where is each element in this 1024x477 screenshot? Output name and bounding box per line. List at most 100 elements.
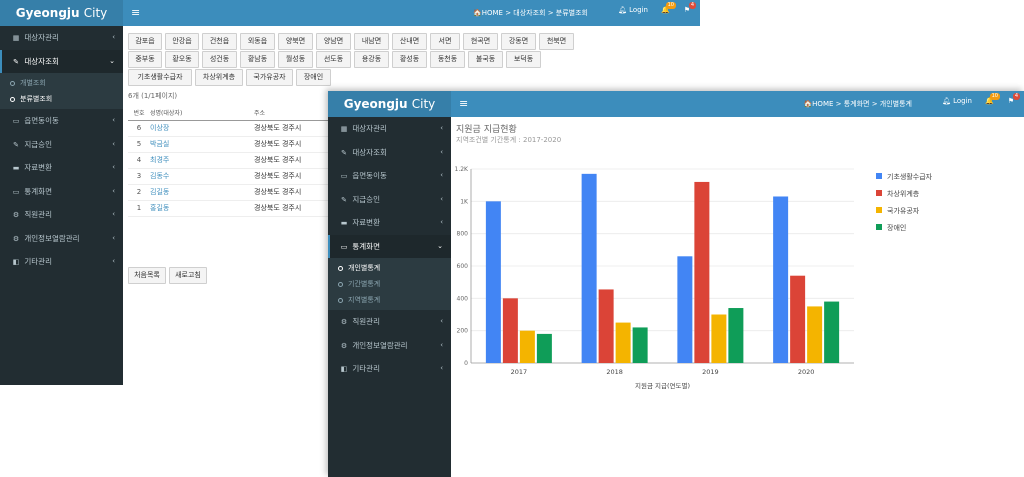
sidebar-item-6[interactable]: ▭ 통계화면 ‹ bbox=[0, 180, 123, 204]
submenu-item-1[interactable]: 개별조회 bbox=[0, 75, 123, 91]
bar[interactable] bbox=[773, 196, 789, 363]
bar[interactable] bbox=[581, 173, 597, 363]
bar[interactable] bbox=[519, 330, 535, 363]
filter-button[interactable]: 동천동 bbox=[430, 51, 465, 68]
bar[interactable] bbox=[711, 314, 727, 364]
bell-icon[interactable]: 🔔 10 bbox=[985, 93, 1000, 105]
first-list-button[interactable]: 처음목록 bbox=[128, 267, 166, 284]
sidebar-item-5[interactable]: ▬ 자료변환 ‹ bbox=[0, 156, 123, 180]
filter-button[interactable]: 산내면 bbox=[392, 33, 427, 50]
sidebar-item-2[interactable]: ✎ 대상자조회 ⌄ bbox=[0, 49, 123, 73]
table-row[interactable]: 6 이상장 경상북도 경주시 bbox=[128, 120, 328, 137]
filter-button[interactable]: 중부동 bbox=[128, 51, 162, 68]
sidebar-item-7[interactable]: ⚙ 직원관리 ‹ bbox=[0, 203, 123, 227]
bar[interactable] bbox=[677, 256, 693, 363]
bar[interactable] bbox=[598, 289, 614, 363]
table-row[interactable]: 2 김길동 경상북도 경주시 bbox=[128, 184, 328, 201]
cell-name-link[interactable]: 최경주 bbox=[150, 152, 254, 169]
filter-button[interactable]: 감포읍 bbox=[128, 33, 162, 50]
x-axis-label: 지원금 지급(연도별) bbox=[635, 381, 690, 390]
submenu-item-2[interactable]: 기간별통계 bbox=[328, 276, 451, 292]
filter-button[interactable]: 선도동 bbox=[316, 51, 351, 68]
sidebar-item-2[interactable]: ✎ 대상자조회 ‹ bbox=[328, 141, 451, 165]
refresh-button[interactable]: 새로고침 bbox=[169, 267, 207, 284]
bar[interactable] bbox=[502, 298, 518, 363]
sidebar-item-9[interactable]: ◧ 기타관리 ‹ bbox=[0, 250, 123, 274]
filter-button[interactable]: 장애인 bbox=[296, 69, 331, 86]
filter-button[interactable]: 건천읍 bbox=[202, 33, 237, 50]
filter-button[interactable]: 용강동 bbox=[354, 51, 389, 68]
sidebar-item-extra-1[interactable]: ⚙ 직원관리 ‹ bbox=[328, 310, 451, 334]
flag-icon[interactable]: ⚑ 4 bbox=[684, 2, 696, 14]
bar[interactable] bbox=[694, 181, 710, 363]
filter-button[interactable]: 국가유공자 bbox=[246, 69, 293, 86]
sidebar-item-1[interactable]: ▦ 대상자관리 ‹ bbox=[0, 26, 123, 50]
sidebar-toggle-icon[interactable]: ≡ bbox=[131, 6, 140, 19]
filter-button[interactable]: 내남면 bbox=[354, 33, 389, 50]
filter-button[interactable]: 차상위계층 bbox=[195, 69, 243, 86]
table-row[interactable]: 3 김동수 경상북도 경주시 bbox=[128, 168, 328, 185]
filter-button[interactable]: 월성동 bbox=[278, 51, 313, 68]
filter-button[interactable]: 황남동 bbox=[240, 51, 275, 68]
cell-name-link[interactable]: 이상장 bbox=[150, 120, 254, 137]
filter-button[interactable]: 보덕동 bbox=[506, 51, 541, 68]
bar[interactable] bbox=[485, 201, 501, 363]
chevron-left-icon: ‹ bbox=[112, 33, 115, 41]
sidebar-item-5[interactable]: ▬ 자료변환 ‹ bbox=[328, 211, 451, 235]
filter-button[interactable]: 성건동 bbox=[202, 51, 237, 68]
sidebar-item-6[interactable]: ▭ 통계화면 ⌄ bbox=[328, 234, 451, 258]
table-row[interactable]: 5 박금실 경상북도 경주시 bbox=[128, 136, 328, 153]
bar[interactable] bbox=[536, 333, 552, 363]
login-link[interactable]: 🔔︎ Login bbox=[618, 6, 648, 14]
legend-label[interactable]: 장애인 bbox=[887, 223, 906, 232]
submenu: 개별조회분류별조회 bbox=[0, 73, 123, 109]
filter-button[interactable]: 황성동 bbox=[392, 51, 427, 68]
filter-button[interactable]: 불국동 bbox=[468, 51, 503, 68]
sidebar-item-label: 대상자조회 bbox=[350, 147, 387, 157]
filter-button[interactable]: 외동읍 bbox=[240, 33, 275, 50]
filter-button[interactable]: 안강읍 bbox=[165, 33, 199, 50]
legend-label[interactable]: 국가유공자 bbox=[887, 206, 920, 215]
submenu-item-3[interactable]: 지역별통계 bbox=[328, 292, 451, 308]
table-row[interactable]: 4 최경주 경상북도 경주시 bbox=[128, 152, 328, 169]
submenu-item-1[interactable]: 개인별통계 bbox=[328, 260, 451, 276]
sidebar-item-3[interactable]: ▭ 읍면동이동 ‹ bbox=[328, 164, 451, 188]
sidebar-item-1[interactable]: ▦ 대상자관리 ‹ bbox=[328, 117, 451, 141]
filter-button[interactable]: 양남면 bbox=[316, 33, 351, 50]
flag-icon[interactable]: ⚑ 4 bbox=[1008, 93, 1020, 105]
sidebar-item-4[interactable]: ✎ 지급승인 ‹ bbox=[0, 133, 123, 157]
legend-label[interactable]: 기초생활수급자 bbox=[887, 172, 933, 181]
filter-button[interactable]: 황오동 bbox=[165, 51, 199, 68]
sidebar-item-4[interactable]: ✎ 지급승인 ‹ bbox=[328, 188, 451, 212]
login-link[interactable]: 🔔︎ Login bbox=[942, 97, 972, 105]
filter-button[interactable]: 기초생활수급자 bbox=[128, 69, 192, 86]
filter-button[interactable]: 양북면 bbox=[278, 33, 313, 50]
bar[interactable] bbox=[615, 322, 631, 363]
bell-icon[interactable]: 🔔 10 bbox=[661, 2, 676, 14]
bar[interactable] bbox=[824, 301, 840, 363]
sidebar-item-extra-2[interactable]: ⚙ 개인정보열람관리 ‹ bbox=[328, 334, 451, 358]
cell-name-link[interactable]: 김동수 bbox=[150, 168, 254, 185]
cell-name-link[interactable]: 박금실 bbox=[150, 136, 254, 153]
submenu-item-2[interactable]: 분류별조회 bbox=[0, 91, 123, 107]
sidebar-item-8[interactable]: ⚙ 개인정보열람관리 ‹ bbox=[0, 227, 123, 251]
bar[interactable] bbox=[632, 327, 648, 363]
app-logo[interactable]: Gyeongju City bbox=[328, 91, 451, 117]
filter-button[interactable]: 서면 bbox=[430, 33, 460, 50]
x-tick-label: 2019 bbox=[702, 368, 719, 376]
filter-button[interactable]: 천북면 bbox=[539, 33, 574, 50]
sidebar-item-extra-3[interactable]: ◧ 기타관리 ‹ bbox=[328, 357, 451, 381]
sidebar-toggle-icon[interactable]: ≡ bbox=[459, 97, 468, 110]
legend-label[interactable]: 차상위계층 bbox=[887, 189, 920, 198]
cell-name-link[interactable]: 홍길동 bbox=[150, 200, 254, 217]
cell-name-link[interactable]: 김길동 bbox=[150, 184, 254, 201]
filter-button[interactable]: 강동면 bbox=[501, 33, 536, 50]
bar[interactable] bbox=[807, 306, 823, 363]
table-row[interactable]: 1 홍길동 경상북도 경주시 bbox=[128, 200, 328, 217]
bar[interactable] bbox=[790, 275, 806, 363]
submenu-label: 분류별조회 bbox=[20, 95, 53, 103]
filter-button[interactable]: 현곡면 bbox=[463, 33, 498, 50]
app-logo[interactable]: Gyeongju City bbox=[0, 0, 123, 26]
sidebar-item-3[interactable]: ▭ 읍면동이동 ‹ bbox=[0, 109, 123, 133]
bar[interactable] bbox=[728, 308, 744, 363]
